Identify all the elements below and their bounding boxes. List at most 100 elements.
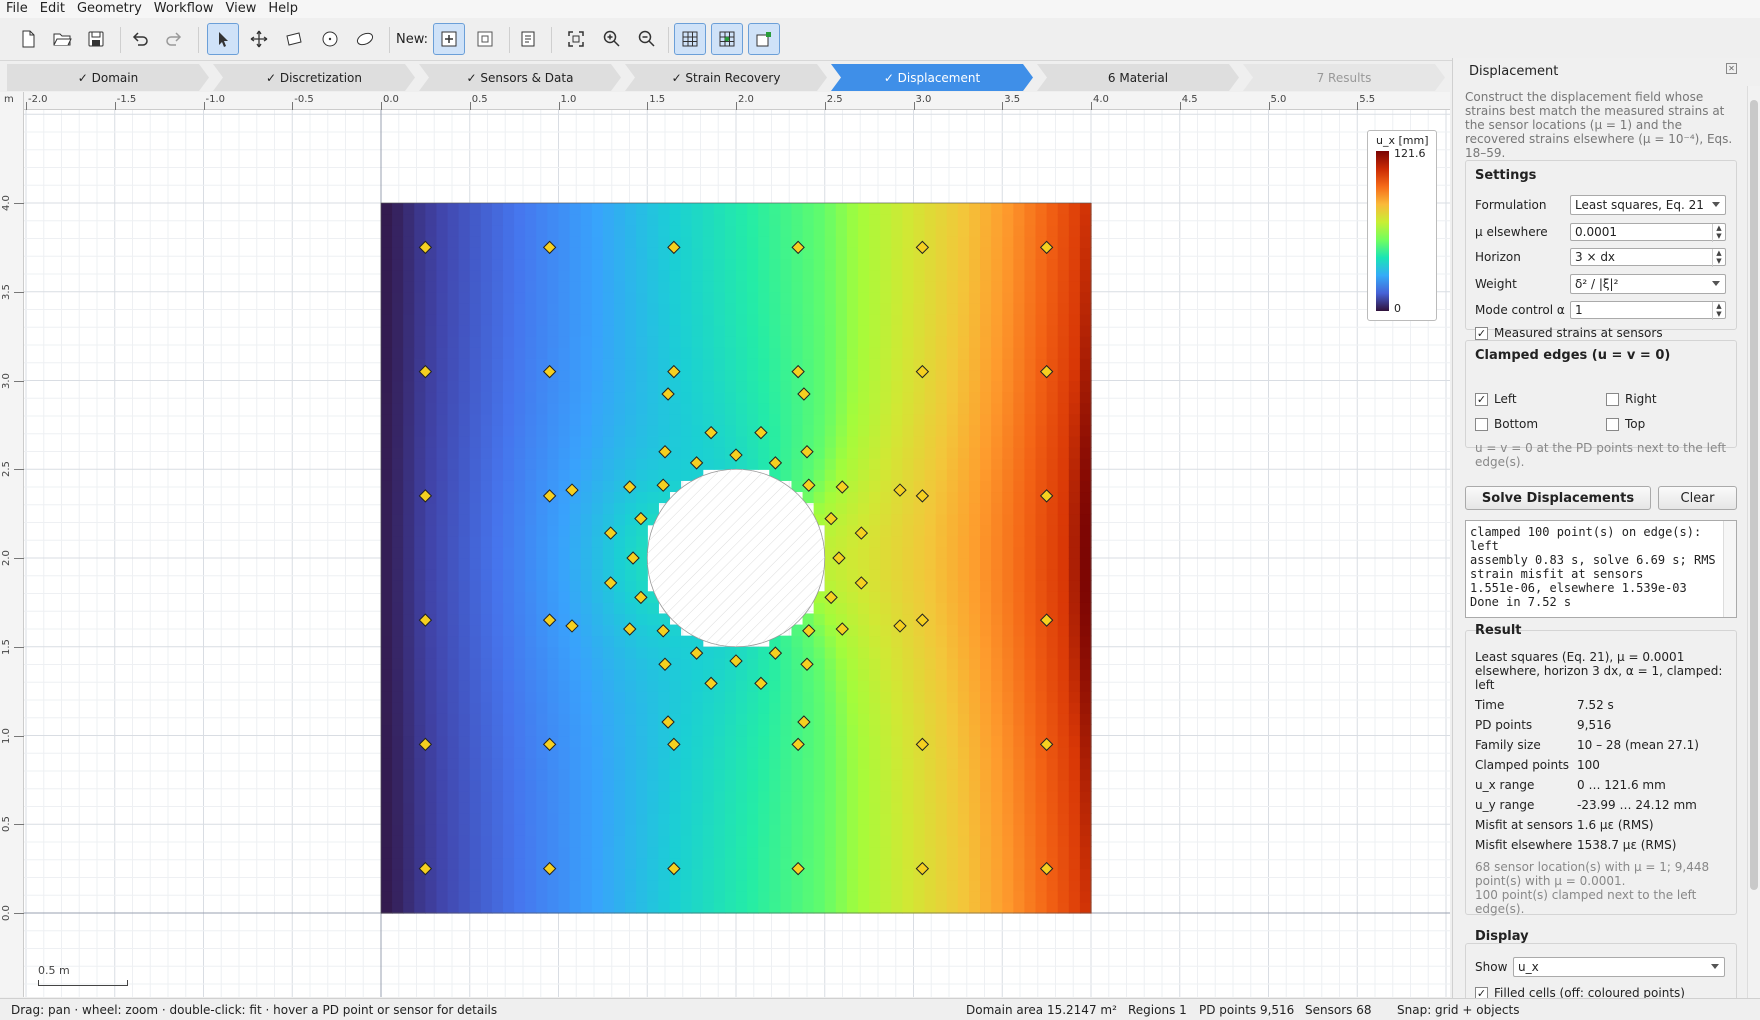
show-grid-toggle[interactable] <box>674 23 706 55</box>
clamp-top-checkbox[interactable] <box>1606 418 1619 431</box>
pd-cell <box>547 790 560 803</box>
menu-workflow[interactable]: Workflow <box>148 0 220 18</box>
snap-grid-toggle[interactable] <box>711 23 743 55</box>
alpha-spinbox[interactable]: 1 ▲ ▼ <box>1570 301 1726 320</box>
document-list-icon <box>521 31 535 47</box>
pd-cell <box>591 258 604 271</box>
solve-displacements-button[interactable]: Solve Displacements <box>1465 486 1651 510</box>
pd-cell <box>1002 502 1014 515</box>
pd-cell <box>957 746 970 759</box>
pan-tool-button[interactable] <box>243 23 275 55</box>
spin-arrows-icon[interactable]: ▲ ▼ <box>1712 249 1725 267</box>
solver-log[interactable]: clamped 100 point(s) on edge(s): left as… <box>1465 520 1737 618</box>
menu-geometry[interactable]: Geometry <box>71 0 148 18</box>
pd-cell <box>436 402 449 415</box>
weight-select[interactable]: δ² / |ξ|² <box>1570 274 1726 294</box>
pd-cell <box>713 702 726 714</box>
pd-cell <box>414 602 426 615</box>
redo-button[interactable] <box>158 23 190 55</box>
pd-cell <box>935 225 948 237</box>
pd-cell <box>580 558 593 570</box>
show-select[interactable]: u_x <box>1513 957 1725 977</box>
menu-file[interactable]: File <box>0 0 34 18</box>
pd-cell <box>1057 857 1070 870</box>
pd-cell <box>835 724 848 737</box>
clear-button[interactable]: Clear <box>1658 486 1737 510</box>
horizon-spinbox[interactable]: 3 × dx ▲ ▼ <box>1570 248 1726 267</box>
pd-cell <box>758 657 770 670</box>
fit-view-button[interactable] <box>560 23 592 55</box>
pd-cell <box>1024 879 1037 892</box>
pd-cell <box>713 391 726 404</box>
panel-scrollbar-thumb[interactable] <box>1750 100 1758 890</box>
pd-cell <box>736 369 748 382</box>
log-scrollbar[interactable] <box>1723 521 1736 617</box>
snap-objects-toggle[interactable] <box>748 23 780 55</box>
pd-cell <box>1068 868 1081 881</box>
pd-cell <box>591 680 604 692</box>
circle-tool-button[interactable] <box>314 23 346 55</box>
zoom-out-button[interactable] <box>631 23 663 55</box>
spin-arrows-icon[interactable]: ▲ ▼ <box>1712 302 1725 320</box>
select-tool-button[interactable] <box>207 23 239 55</box>
pd-cell <box>625 380 637 393</box>
pd-cell <box>392 602 404 615</box>
clamp-bottom-checkbox[interactable] <box>1475 418 1488 431</box>
clamp-right-checkbox[interactable] <box>1606 393 1619 406</box>
pd-cell <box>414 225 426 237</box>
step-displacement[interactable]: ✓ Displacement <box>831 64 1033 91</box>
step-strain-recovery[interactable]: ✓ Strain Recovery <box>625 64 827 91</box>
pd-cell <box>846 546 859 559</box>
new-hole-button[interactable] <box>469 23 501 55</box>
pd-cell <box>514 225 526 237</box>
step-domain[interactable]: ✓ Domain <box>7 64 209 91</box>
plot-area[interactable] <box>0 92 1450 997</box>
open-button[interactable] <box>46 23 78 55</box>
pd-cell <box>946 746 959 759</box>
pd-cell <box>536 269 549 282</box>
step-material[interactable]: 6 Material <box>1037 64 1239 91</box>
pd-cell <box>580 458 593 470</box>
step-sensors-data[interactable]: ✓ Sensors & Data <box>419 64 621 91</box>
pd-cell <box>602 668 615 681</box>
menu-view[interactable]: View <box>219 0 262 18</box>
step-discretization[interactable]: ✓ Discretization <box>213 64 415 91</box>
pd-cell <box>858 868 870 881</box>
mu-spinbox[interactable]: 0.0001 ▲ ▼ <box>1570 223 1726 242</box>
undo-button[interactable] <box>124 23 156 55</box>
spin-arrows-icon[interactable]: ▲ ▼ <box>1712 224 1725 242</box>
new-file-button[interactable] <box>12 23 44 55</box>
pd-cell <box>425 313 438 326</box>
pd-cell <box>935 757 948 770</box>
save-button[interactable] <box>80 23 112 55</box>
filled-cells-checkbox[interactable]: ✓ <box>1475 987 1488 998</box>
pd-cell <box>381 524 393 537</box>
pd-cell <box>968 569 981 581</box>
clamp-left-checkbox[interactable]: ✓ <box>1475 393 1488 406</box>
pd-cell <box>1024 890 1037 903</box>
new-region-button[interactable] <box>433 23 465 55</box>
pd-cell <box>503 480 515 493</box>
step-results[interactable]: 7 Results <box>1243 64 1445 91</box>
zoom-in-button[interactable] <box>596 23 628 55</box>
pd-cell <box>946 413 959 426</box>
pd-cell <box>846 458 859 470</box>
close-panel-icon[interactable]: ✕ <box>1726 63 1737 74</box>
pd-cell <box>991 402 1003 415</box>
drawing-canvas[interactable]: -2.0 -1.5 -1.0 -0.5 0.0 0.5 1.0 1.5 2.0 2.5 3.0 3.5… <box>0 92 1450 997</box>
pd-cell <box>1057 480 1070 493</box>
pd-cell <box>536 358 549 371</box>
menu-edit[interactable]: Edit <box>34 0 71 18</box>
pd-cell <box>591 447 604 459</box>
properties-button[interactable] <box>512 23 544 55</box>
rectangle-tool-button[interactable] <box>278 23 310 55</box>
pd-cell <box>791 313 804 326</box>
menu-help[interactable]: Help <box>262 0 304 18</box>
formulation-select[interactable]: Least squares, Eq. 21 <box>1570 195 1726 215</box>
measured-strains-checkbox[interactable]: ✓ <box>1475 327 1488 340</box>
pd-cell <box>569 646 582 659</box>
pd-cell <box>536 702 549 714</box>
panel-scrollbar[interactable] <box>1747 86 1760 998</box>
ellipse-tool-button[interactable] <box>349 23 381 55</box>
pd-cell <box>713 269 726 282</box>
